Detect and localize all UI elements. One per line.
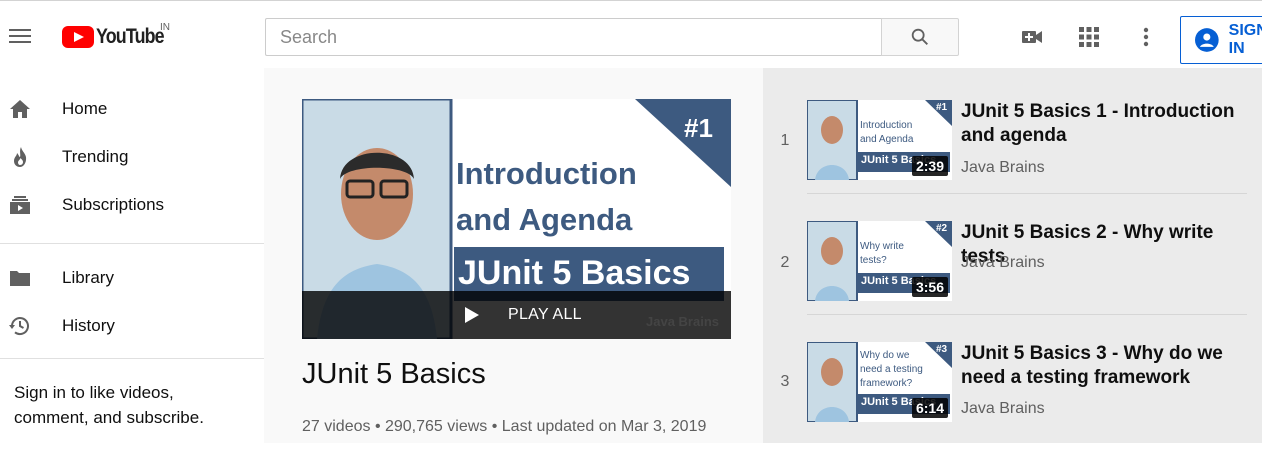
hamburger-menu-icon[interactable] <box>8 25 32 47</box>
video-duration: 3:56 <box>911 277 948 297</box>
video-index: 3 <box>780 373 790 390</box>
video-title[interactable]: JUnit 5 Basics 1 - Introduction and agen… <box>961 100 1251 148</box>
thumb-line1: Introduction <box>860 120 913 131</box>
playlist-stats: 27 videos • 290,765 views • Last updated… <box>302 418 707 435</box>
thumb-line2: tests? <box>860 255 887 266</box>
list-item[interactable]: 1 #1 Introduction and Agenda JUnit 5 Bas… <box>763 88 1262 208</box>
create-video-button[interactable] <box>1019 24 1045 50</box>
search-button[interactable] <box>881 18 959 56</box>
channel-name[interactable]: Java Brains <box>961 254 1045 272</box>
sidebar-item-label: Library <box>62 268 114 287</box>
video-duration: 6:14 <box>911 398 948 418</box>
youtube-play-logo-icon <box>62 26 94 48</box>
list-item[interactable]: 2 #2 Why write tests? JUnit 5 Basics 3:5… <box>763 209 1262 329</box>
country-code: IN <box>160 22 170 33</box>
playlist-video-list: 1 #1 Introduction and Agenda JUnit 5 Bas… <box>763 68 1262 443</box>
playlist-title: JUnit 5 Basics <box>302 358 486 390</box>
thumb-line2: need a testing <box>860 364 923 375</box>
thumb-badge: #2 <box>936 223 948 234</box>
home-icon <box>8 97 32 121</box>
hero-episode-badge: #1 <box>684 113 713 143</box>
sidebar-item-subscriptions[interactable]: Subscriptions <box>0 181 264 229</box>
sign-in-button[interactable]: SIGN IN <box>1180 16 1262 64</box>
hero-text-line2: and Agenda <box>456 202 633 237</box>
thumb-badge: #3 <box>936 344 948 355</box>
account-circle-icon <box>1195 28 1219 52</box>
trending-icon <box>8 145 32 169</box>
hero-brand-text: Java Brains <box>646 314 719 329</box>
sidebar-item-label: Trending <box>62 147 129 166</box>
search-field <box>265 18 882 56</box>
sidebar-item-trending[interactable]: Trending <box>0 133 264 181</box>
channel-name[interactable]: Java Brains <box>961 400 1045 418</box>
guide-sidebar: Home Trending Subscriptions Library Hist… <box>0 68 264 443</box>
list-divider <box>807 193 1247 194</box>
list-item[interactable]: 3 #3 Why do we need a testing framework?… <box>763 330 1262 450</box>
thumb-line3: framework? <box>860 378 913 389</box>
more-vert-icon <box>1143 27 1149 47</box>
sidebar-item-label: Subscriptions <box>62 195 165 214</box>
video-title[interactable]: JUnit 5 Basics 3 - Why do we need a test… <box>961 342 1251 390</box>
sidebar-item-history[interactable]: History <box>0 302 264 350</box>
sidebar-item-home[interactable]: Home <box>0 85 264 133</box>
sidebar-item-library[interactable]: Library <box>0 254 264 302</box>
play-icon <box>465 307 479 323</box>
apps-button[interactable] <box>1076 24 1102 50</box>
search-icon <box>911 28 928 45</box>
history-icon <box>8 314 32 338</box>
thumb-line1: Why do we <box>860 350 910 361</box>
sidebar-item-label: Home <box>62 99 108 118</box>
hero-text-line1: Introduction <box>456 156 637 191</box>
video-index: 2 <box>780 254 790 271</box>
library-icon <box>8 266 32 290</box>
sidebar-divider <box>0 243 264 244</box>
sign-in-label: SIGN IN <box>1228 22 1262 57</box>
video-index: 1 <box>780 132 790 149</box>
masthead: YouTube IN SIGN IN <box>0 4 1262 68</box>
video-duration: 2:39 <box>911 156 948 176</box>
settings-menu-button[interactable] <box>1133 24 1159 50</box>
video-thumbnail[interactable]: #3 Why do we need a testing framework? J… <box>807 342 952 422</box>
video-camera-icon <box>1022 31 1042 43</box>
video-thumbnail[interactable]: #2 Why write tests? JUnit 5 Basics 3:56 <box>807 221 952 301</box>
search-input[interactable] <box>266 19 882 55</box>
list-divider <box>807 314 1247 315</box>
play-all-label: PLAY ALL <box>508 306 582 323</box>
thumb-line2: and Agenda <box>860 134 914 145</box>
sidebar-item-label: History <box>62 316 115 335</box>
thumb-badge: #1 <box>936 102 948 113</box>
video-thumbnail[interactable]: #1 Introduction and Agenda JUnit 5 Basic… <box>807 100 952 180</box>
sidebar-divider <box>0 358 264 359</box>
youtube-logo[interactable]: YouTube IN <box>62 22 176 49</box>
play-all-button[interactable]: PLAY ALL Java Brains <box>302 291 731 339</box>
hero-banner-text: JUnit 5 Basics <box>458 254 691 292</box>
playlist-hero-thumbnail[interactable]: #1 Introduction and Agenda JUnit 5 Basic… <box>302 99 731 339</box>
subscriptions-icon <box>8 193 32 217</box>
playlist-sidebar-primary: #1 Introduction and Agenda JUnit 5 Basic… <box>264 68 763 443</box>
sign-in-prompt: Sign in to like videos, comment, and sub… <box>14 383 204 427</box>
thumb-line1: Why write <box>860 241 904 252</box>
apps-grid-icon <box>1079 27 1099 47</box>
channel-name[interactable]: Java Brains <box>961 159 1045 177</box>
logo-text: YouTube <box>96 25 165 48</box>
